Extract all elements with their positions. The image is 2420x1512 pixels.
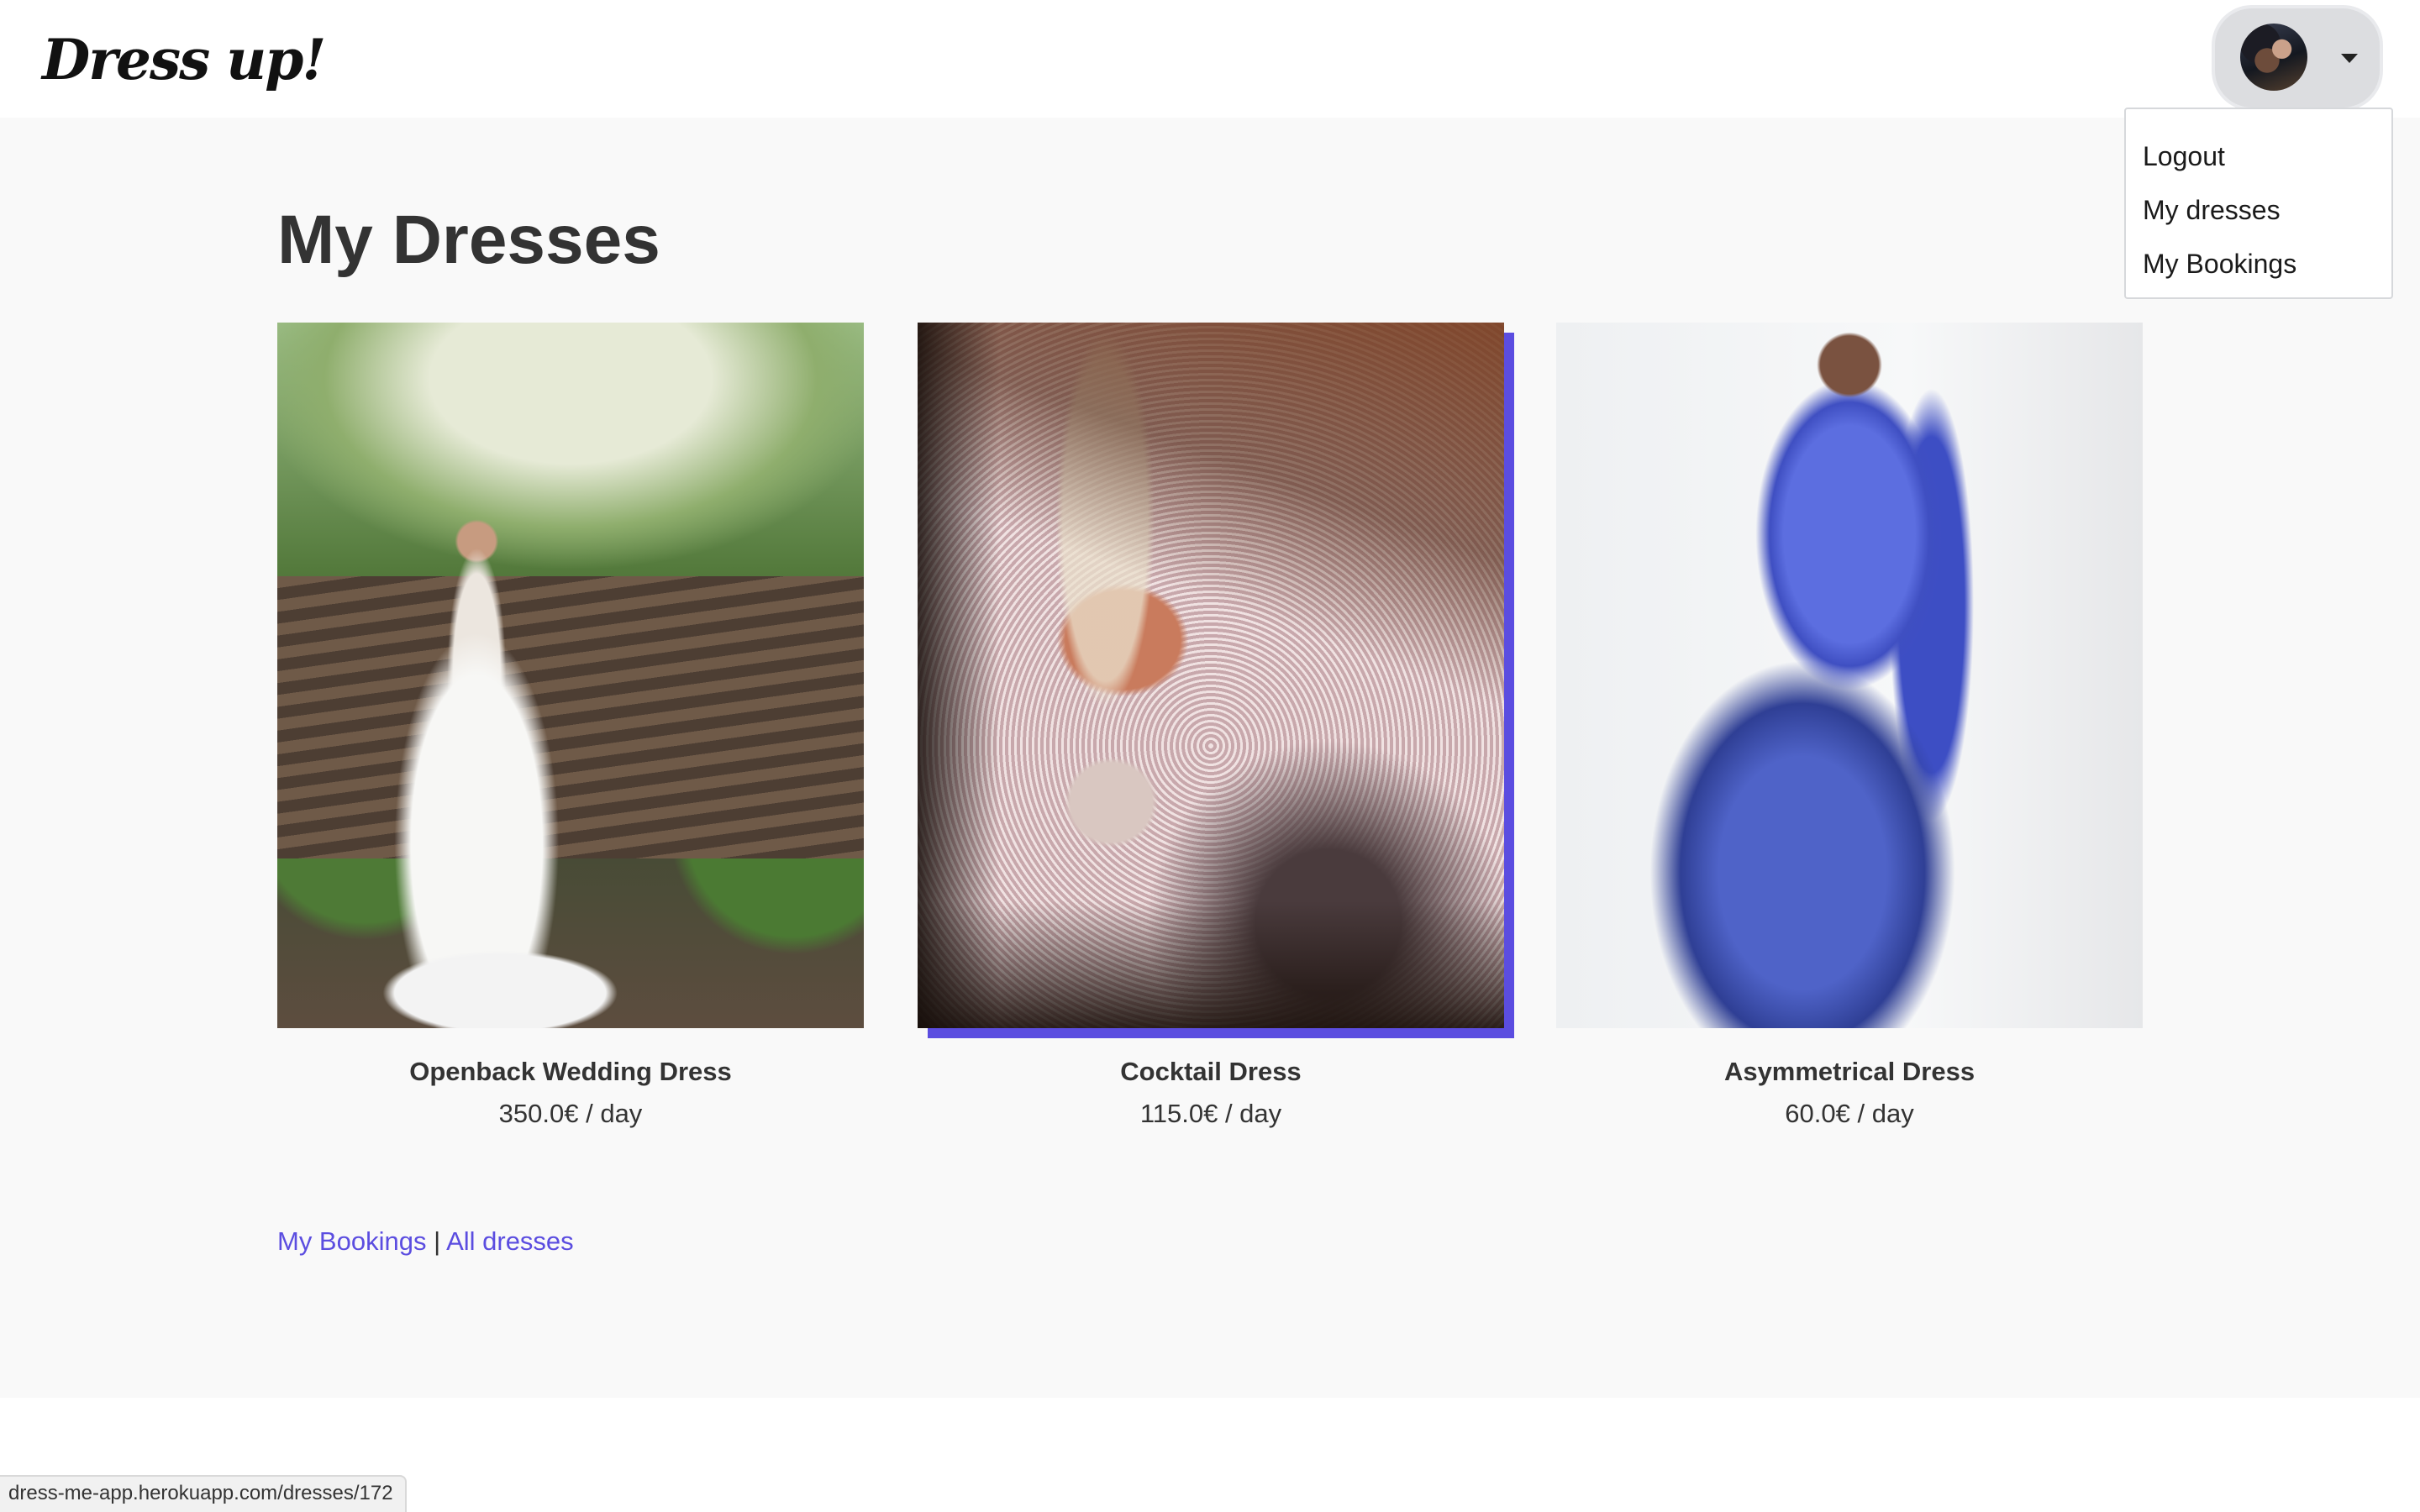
my-bookings-link[interactable]: My Bookings: [277, 1226, 426, 1256]
link-separator: |: [434, 1226, 441, 1256]
dress-image[interactable]: [277, 323, 864, 1028]
brand-logo[interactable]: Dress up!: [42, 22, 326, 97]
dress-name: Asymmetrical Dress: [1723, 1057, 1975, 1086]
all-dresses-link[interactable]: All dresses: [446, 1226, 574, 1256]
user-menu-toggle[interactable]: [2215, 8, 2380, 108]
dress-name: Cocktail Dress: [1120, 1057, 1302, 1086]
dress-price: 350.0€ / day: [498, 1099, 643, 1128]
dress-image[interactable]: [918, 323, 1504, 1028]
dress-card-list: Openback Wedding Dress 350.0€ / day Cock…: [277, 323, 2146, 1128]
dress-price: 60.0€ / day: [1785, 1099, 1914, 1128]
dress-name: Openback Wedding Dress: [409, 1057, 732, 1086]
status-bar-url: dress-me-app.herokuapp.com/dresses/172: [0, 1475, 407, 1512]
dress-card[interactable]: Openback Wedding Dress 350.0€ / day: [277, 323, 864, 1131]
dress-price: 115.0€ / day: [1139, 1099, 1282, 1128]
avatar[interactable]: [2240, 24, 2307, 91]
menu-item-my-bookings[interactable]: My Bookings: [2126, 237, 2391, 291]
footer-links: My Bookings | All dresses: [277, 1225, 574, 1258]
dress-image[interactable]: [1556, 323, 2143, 1028]
caret-down-icon[interactable]: [2341, 54, 2358, 63]
dress-card[interactable]: Asymmetrical Dress 60.0€ / day: [1556, 323, 2143, 1131]
page-title: My Dresses: [277, 202, 660, 278]
user-dropdown-menu: Logout My dresses My Bookings: [2124, 108, 2393, 299]
navbar: Dress up!: [0, 0, 2420, 118]
menu-item-logout[interactable]: Logout: [2126, 129, 2391, 183]
dress-card[interactable]: Cocktail Dress 115.0€ / day: [918, 323, 1504, 1131]
main-content: My Dresses Openback Wedding Dress 350.0€…: [0, 118, 2420, 1398]
menu-item-my-dresses[interactable]: My dresses: [2126, 183, 2391, 237]
